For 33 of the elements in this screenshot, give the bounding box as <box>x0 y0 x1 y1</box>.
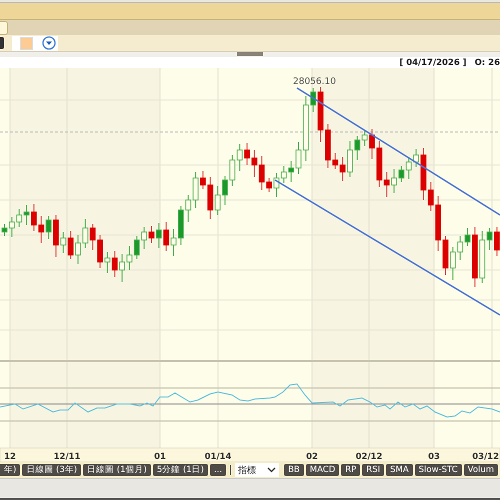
candle <box>494 226 500 256</box>
range-button[interactable]: ... <box>210 464 226 476</box>
dropdown-icon[interactable] <box>42 36 56 50</box>
axis-label: 01/14 <box>204 452 232 462</box>
indicator-button[interactable]: Slow-STC <box>414 464 462 476</box>
indicator-button[interactable]: BB <box>284 464 304 476</box>
trend-line[interactable] <box>296 87 500 216</box>
color-swatch-icon[interactable] <box>20 36 33 50</box>
indicator-button[interactable]: SMA <box>386 464 413 476</box>
axis-label: 01 <box>154 452 166 462</box>
indicator-button[interactable]: RSI <box>362 464 384 476</box>
axis-label: 03 <box>428 452 440 462</box>
axis-label: 12 <box>4 452 16 462</box>
range-button[interactable]: 日線圖 (3年) <box>22 464 82 476</box>
open-price: O: 26 <box>474 58 500 68</box>
trend-line[interactable] <box>274 179 500 316</box>
range-button[interactable]: 5分鐘 (1日) <box>152 464 208 476</box>
axis-label: 03/12 <box>472 452 499 462</box>
axis-label: 02 <box>306 452 318 462</box>
axis-label: 02/12 <box>356 452 382 462</box>
range-button[interactable]: 年) <box>0 464 20 476</box>
indicator-button[interactable]: Volum <box>464 464 498 476</box>
indicator-button[interactable]: MACD <box>306 464 340 476</box>
input-field[interactable] <box>0 20 8 34</box>
date-label: [ 04/17/2026 ] <box>399 58 467 68</box>
indicator-select[interactable]: 指標 <box>235 463 280 477</box>
indicator-button[interactable]: RP <box>341 464 360 476</box>
caret-icon <box>267 467 276 473</box>
range-button[interactable]: 日線圖 (1個月) <box>83 464 151 476</box>
color-swatch-icon[interactable] <box>0 37 4 49</box>
peak-price-label: 28056.10 <box>293 77 336 87</box>
axis-label: 12/11 <box>54 452 80 462</box>
collapse-handle[interactable] <box>237 52 263 56</box>
